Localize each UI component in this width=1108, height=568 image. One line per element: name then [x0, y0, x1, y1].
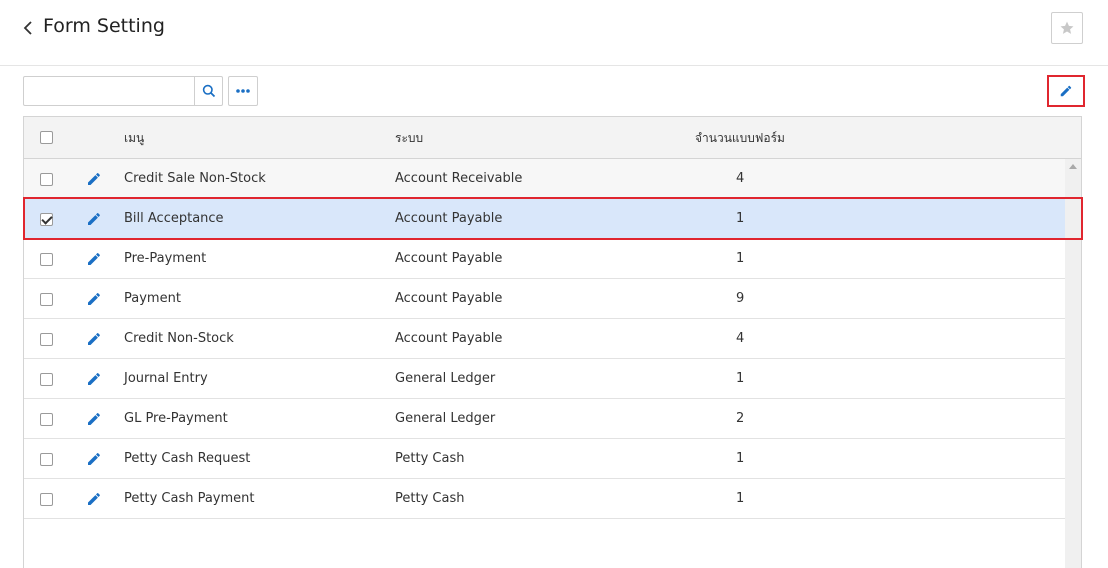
row-checkbox[interactable]: [40, 173, 53, 186]
pencil-icon[interactable]: [86, 251, 102, 267]
vertical-scrollbar[interactable]: [1065, 159, 1081, 568]
table-row[interactable]: Credit Sale Non-Stock Account Receivable…: [24, 159, 1065, 199]
pencil-icon[interactable]: [86, 371, 102, 387]
search-button[interactable]: [194, 77, 223, 105]
cell-system: Petty Cash: [395, 451, 465, 466]
pencil-icon[interactable]: [86, 411, 102, 427]
row-checkbox[interactable]: [40, 293, 53, 306]
cell-menu: Petty Cash Request: [124, 451, 251, 466]
cell-form-count: 2: [736, 411, 745, 426]
cell-system: General Ledger: [395, 411, 496, 426]
cell-form-count: 1: [736, 211, 745, 226]
table-row[interactable]: Petty Cash Payment Petty Cash 1: [24, 479, 1065, 519]
star-icon: [1060, 21, 1074, 34]
cell-system: General Ledger: [395, 371, 496, 386]
column-header-system[interactable]: ระบบ: [395, 117, 423, 159]
pencil-icon[interactable]: [86, 491, 102, 507]
table-row[interactable]: Payment Account Payable 9: [24, 279, 1065, 319]
table-row[interactable]: Journal Entry General Ledger 1: [24, 359, 1065, 399]
form-table: เมนู ระบบ จำนวนแบบฟอร์ม Credit Sale Non-…: [23, 116, 1082, 568]
cell-system: Account Payable: [395, 251, 503, 266]
ellipsis-icon: [236, 89, 250, 93]
row-checkbox[interactable]: [40, 453, 53, 466]
cell-menu: Credit Sale Non-Stock: [124, 171, 266, 186]
row-checkbox[interactable]: [40, 413, 53, 426]
favorite-button[interactable]: [1051, 12, 1083, 44]
cell-form-count: 1: [736, 371, 745, 386]
pencil-icon: [1060, 85, 1072, 97]
table-row[interactable]: Bill Acceptance Account Payable 1: [24, 199, 1065, 239]
cell-form-count: 4: [736, 171, 745, 186]
pencil-icon[interactable]: [86, 291, 102, 307]
cell-form-count: 4: [736, 331, 745, 346]
row-checkbox[interactable]: [40, 213, 53, 226]
edit-button-highlight: [1047, 75, 1085, 107]
table-body: Credit Sale Non-Stock Account Receivable…: [24, 159, 1065, 519]
search-input[interactable]: [24, 77, 194, 105]
pencil-icon[interactable]: [86, 451, 102, 467]
table-row[interactable]: Credit Non-Stock Account Payable 4: [24, 319, 1065, 359]
cell-system: Account Receivable: [395, 171, 523, 186]
more-options-button[interactable]: [228, 76, 258, 106]
page-title: Form Setting: [43, 15, 165, 37]
table-row[interactable]: GL Pre-Payment General Ledger 2: [24, 399, 1065, 439]
cell-system: Account Payable: [395, 331, 503, 346]
cell-form-count: 1: [736, 251, 745, 266]
cell-system: Account Payable: [395, 211, 503, 226]
pencil-icon[interactable]: [86, 211, 102, 227]
table-row[interactable]: Pre-Payment Account Payable 1: [24, 239, 1065, 279]
search-icon: [202, 84, 216, 98]
cell-form-count: 1: [736, 451, 745, 466]
chevron-left-icon[interactable]: [20, 18, 36, 38]
cell-menu: Petty Cash Payment: [124, 491, 255, 506]
table-header: เมนู ระบบ จำนวนแบบฟอร์ม: [24, 117, 1081, 159]
row-checkbox[interactable]: [40, 333, 53, 346]
pencil-icon[interactable]: [86, 331, 102, 347]
cell-menu: Journal Entry: [124, 371, 208, 386]
row-checkbox[interactable]: [40, 253, 53, 266]
column-header-form-count[interactable]: จำนวนแบบฟอร์ม: [695, 117, 785, 159]
cell-form-count: 1: [736, 491, 745, 506]
cell-form-count: 9: [736, 291, 745, 306]
cell-menu: Bill Acceptance: [124, 211, 224, 226]
scroll-up-arrow-icon[interactable]: [1069, 164, 1077, 169]
table-row[interactable]: Petty Cash Request Petty Cash 1: [24, 439, 1065, 479]
cell-system: Petty Cash: [395, 491, 465, 506]
cell-menu: Payment: [124, 291, 181, 306]
cell-system: Account Payable: [395, 291, 503, 306]
cell-menu: Pre-Payment: [124, 251, 207, 266]
cell-menu: Credit Non-Stock: [124, 331, 234, 346]
row-checkbox[interactable]: [40, 373, 53, 386]
search-box: [23, 76, 223, 106]
select-all-checkbox[interactable]: [40, 131, 53, 144]
pencil-icon[interactable]: [86, 171, 102, 187]
row-checkbox[interactable]: [40, 493, 53, 506]
cell-menu: GL Pre-Payment: [124, 411, 228, 426]
page-header: Form Setting: [0, 0, 1108, 66]
edit-button[interactable]: [1051, 78, 1081, 104]
column-header-menu[interactable]: เมนู: [124, 117, 144, 159]
